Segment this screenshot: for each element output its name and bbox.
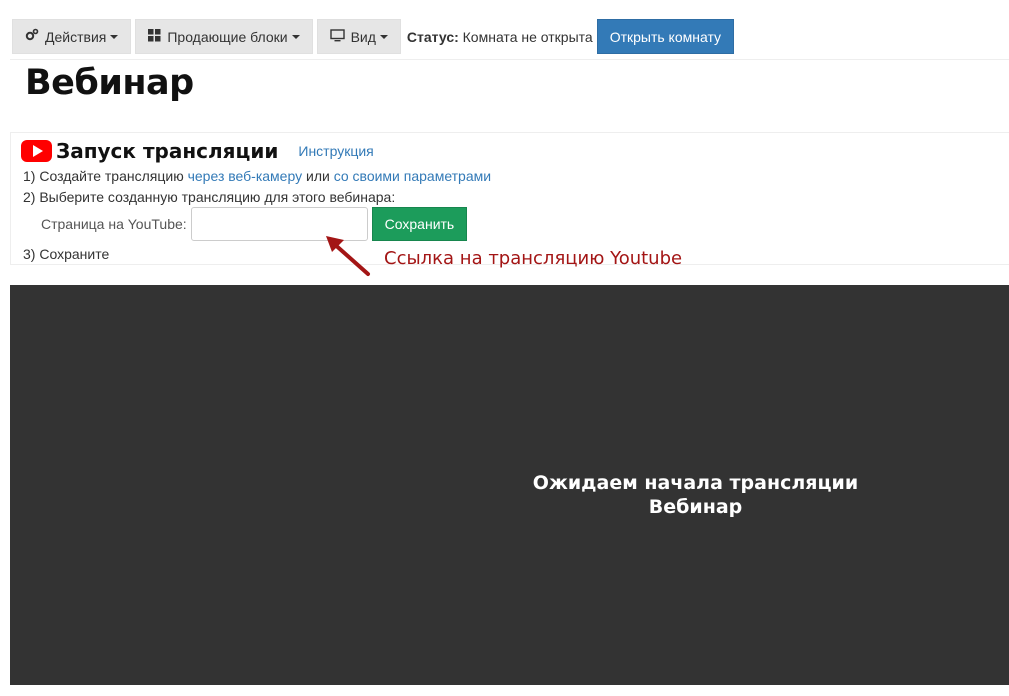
grid-icon — [148, 28, 161, 45]
annotation-label: Ссылка на трансляцию Youtube — [384, 248, 683, 269]
waiting-line-2: Вебинар — [648, 496, 743, 518]
chevron-down-icon — [379, 34, 388, 39]
toolbar: Действия Продающие блоки Вид Статус: Ком… — [12, 19, 735, 54]
webinar-page: Действия Продающие блоки Вид Статус: Ком… — [0, 0, 1009, 696]
room-status: Статус: Комната не открыта — [407, 29, 593, 45]
page-title: Вебинар — [25, 63, 194, 103]
youtube-icon — [21, 140, 52, 162]
actions-label: Действия — [45, 28, 107, 45]
youtube-page-label: Страница на YouTube: — [41, 216, 187, 232]
view-dropdown[interactable]: Вид — [316, 19, 401, 54]
status-label: Статус: — [406, 28, 459, 45]
status-value: Комната не открыта — [462, 28, 593, 45]
selling-blocks-label: Продающие блоки — [167, 28, 288, 45]
panel-title: Запуск трансляции — [56, 139, 279, 163]
selling-blocks-dropdown[interactable]: Продающие блоки — [135, 19, 313, 54]
step-3: 3) Сохраните — [23, 246, 110, 262]
step1-mid: или — [306, 168, 330, 184]
actions-dropdown[interactable]: Действия — [12, 19, 132, 54]
panel-header: Запуск трансляции Инструкция — [21, 139, 374, 163]
open-room-button[interactable]: Открыть комнату — [596, 19, 735, 54]
view-label: Вид — [350, 28, 376, 45]
arrow-icon — [326, 236, 370, 276]
instruction-link[interactable]: Инструкция — [298, 143, 373, 159]
waiting-line-1: Ожидаем начала трансляции — [532, 472, 859, 494]
step-1: 1) Создайте трансляцию через веб-камеру … — [23, 168, 491, 184]
divider — [10, 59, 1009, 60]
video-player[interactable]: Ожидаем начала трансляции Вебинар — [10, 285, 1009, 685]
waiting-message: Ожидаем начала трансляции Вебинар — [10, 471, 1009, 519]
monitor-icon — [329, 28, 345, 45]
chevron-down-icon — [291, 34, 300, 39]
broadcast-panel: Запуск трансляции Инструкция 1) Создайте… — [10, 132, 1009, 265]
chevron-down-icon — [110, 34, 119, 39]
custom-params-link[interactable]: со своими параметрами — [334, 168, 491, 184]
youtube-row: Страница на YouTube: Сохранить — [41, 207, 468, 241]
gears-icon — [25, 28, 39, 45]
step1-prefix: 1) Создайте трансляцию — [23, 168, 184, 184]
webcam-link[interactable]: через веб-камеру — [188, 168, 303, 184]
step-2: 2) Выберите созданную трансляцию для это… — [23, 189, 396, 205]
save-button[interactable]: Сохранить — [371, 207, 468, 241]
